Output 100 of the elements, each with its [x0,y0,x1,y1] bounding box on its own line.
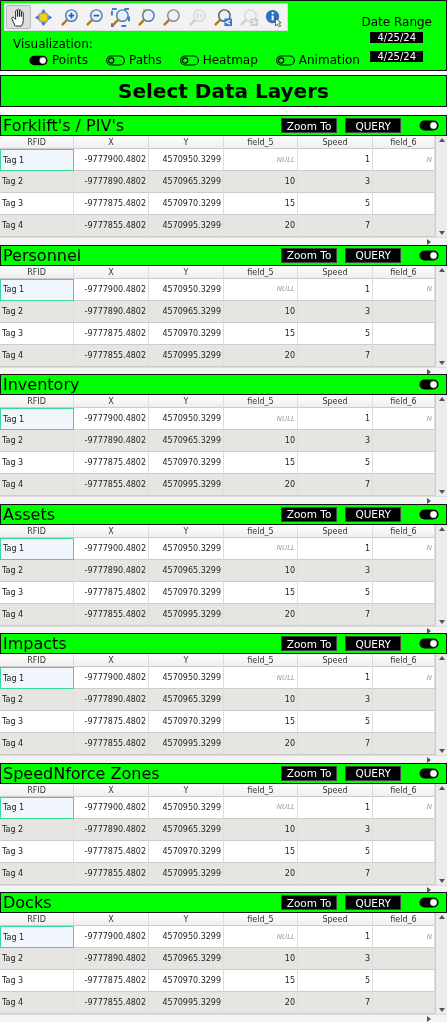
vertical-scrollbar[interactable] [435,913,447,1014]
column-header[interactable]: field_6 [373,654,435,667]
table-cell: 10 [224,300,298,323]
horizontal-scrollbar[interactable] [0,1014,447,1022]
table-cell: 7 [298,215,373,237]
column-header[interactable]: Speed [298,136,373,149]
vertical-scrollbar[interactable] [435,524,447,626]
table-cell: Tag 1 [0,278,74,301]
column-header[interactable]: RFID [0,654,74,667]
table-cell: 5 [298,322,373,345]
table-cell: 3 [298,948,373,970]
layer-title: Personnel [3,245,83,265]
table-cell: -9777890.4802 [74,430,149,452]
table-cell: 3 [298,559,373,582]
query-button[interactable]: QUERY [345,895,401,910]
table-cell [373,171,435,193]
column-header[interactable]: field_5 [224,913,298,926]
table-cell: -9777900.4802 [74,537,149,560]
table-cell: 4570950.3299 [149,537,224,560]
table-cell [373,474,435,496]
table-cell [373,689,435,711]
column-header[interactable]: Speed [298,395,373,408]
table-cell: Tag 3 [0,322,74,345]
column-header[interactable]: field_6 [373,136,435,149]
toggle-switch[interactable] [419,120,439,131]
column-header[interactable]: Y [149,395,224,408]
column-header[interactable]: Y [149,913,224,926]
table-cell: 7 [298,992,373,1014]
table-cell: Tag 2 [0,818,74,841]
column-header[interactable]: field_5 [224,654,298,667]
table-cell: 4570965.3299 [149,689,224,711]
zoom-out-icon [85,7,105,27]
end-date-field[interactable]: 4/25/24 [370,51,423,62]
column-header[interactable]: field_5 [224,395,298,408]
table-cell: Tag 1 [0,796,74,819]
vertical-scrollbar[interactable] [435,783,447,885]
column-header[interactable]: X [74,395,149,408]
table-cell: 20 [224,474,298,496]
column-header[interactable]: RFID [0,136,74,149]
table-cell: -9777890.4802 [74,559,149,582]
toggle-switch[interactable] [179,54,199,66]
toggle-switch[interactable] [419,379,439,390]
zoom-to-button[interactable]: Zoom To [280,636,338,651]
table-cell: 1 [298,278,373,301]
column-header[interactable]: field_5 [224,136,298,149]
table-cell: 4570965.3299 [149,300,224,323]
column-header[interactable]: X [74,136,149,149]
column-header[interactable]: X [74,654,149,667]
zoom-to-button[interactable]: Zoom To [280,895,338,910]
toggle-switch[interactable] [419,767,439,779]
column-header[interactable]: RFID [0,395,74,408]
horizontal-scrollbar[interactable] [0,237,447,245]
horizontal-scrollbar[interactable] [0,625,447,633]
vertical-scrollbar[interactable] [435,265,447,367]
toggle-switch[interactable] [275,54,295,66]
zoom-to-button[interactable]: Zoom To [280,118,338,133]
start-date-field[interactable]: 4/25/24 [370,32,423,43]
option-label: Points [52,53,89,67]
zoom-to-button[interactable]: Zoom To [280,765,338,781]
magnifier-ratio-icon [187,7,207,27]
table-cell: Tag 2 [0,171,74,193]
toggle-switch[interactable] [419,638,439,649]
toggle-switch[interactable] [106,54,126,66]
column-header[interactable]: Y [149,136,224,149]
table-cell: 15 [224,840,298,863]
toggle-switch[interactable] [419,249,439,261]
zoom-to-button[interactable]: Zoom To [280,247,338,263]
vertical-scrollbar[interactable] [435,136,447,237]
table-cell: -9777890.4802 [74,171,149,193]
horizontal-scrollbar[interactable] [0,884,447,892]
toggle-switch[interactable] [419,508,439,520]
column-header[interactable]: RFID [0,913,74,926]
query-button[interactable]: QUERY [345,636,401,651]
table-cell [373,840,435,863]
table-cell: 4570950.3299 [149,278,224,301]
table-cell: 20 [224,992,298,1014]
column-header[interactable]: field_6 [373,395,435,408]
vertical-scrollbar[interactable] [435,395,447,496]
table-cell: 3 [298,300,373,323]
table-cell: 7 [298,474,373,496]
column-header[interactable]: field_6 [373,913,435,926]
toggle-switch[interactable] [419,897,439,908]
column-header[interactable]: Speed [298,654,373,667]
table-cell [373,430,435,452]
query-button[interactable]: QUERY [345,506,401,522]
horizontal-scrollbar[interactable] [0,755,447,763]
vertical-scrollbar[interactable] [435,654,447,755]
horizontal-scrollbar[interactable] [0,366,447,374]
column-header[interactable]: Y [149,654,224,667]
magnifier-page-icon [136,7,156,27]
toggle-switch[interactable] [29,54,48,66]
horizontal-scrollbar[interactable] [0,496,447,504]
tool-button[interactable] [6,5,31,29]
column-header[interactable]: X [74,913,149,926]
zoom-to-button[interactable]: Zoom To [280,506,338,522]
table-cell: -9777890.4802 [74,689,149,711]
query-button[interactable]: QUERY [345,765,401,781]
column-header[interactable]: Speed [298,913,373,926]
query-button[interactable]: QUERY [345,118,401,133]
query-button[interactable]: QUERY [345,247,401,263]
